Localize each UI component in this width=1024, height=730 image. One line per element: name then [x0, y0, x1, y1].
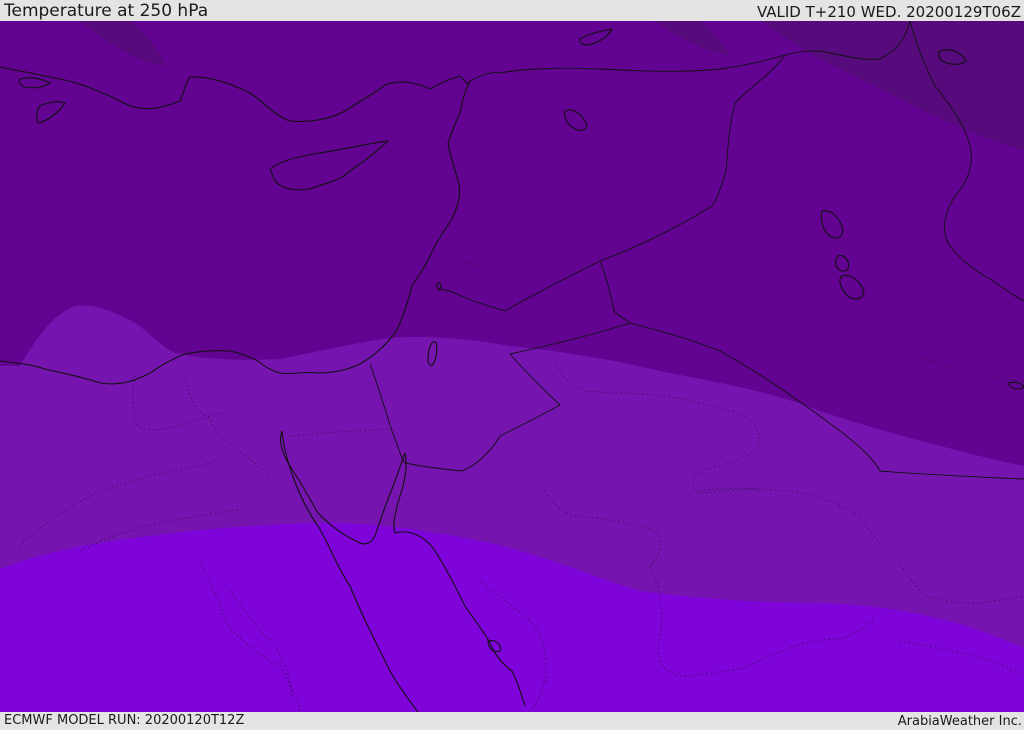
valid-time: VALID T+210 WED. 20200129T06Z: [756, 3, 1021, 21]
map-header: Temperature at 250 hPa VALID T+210 WED. …: [0, 0, 1024, 21]
credit-label: ArabiaWeather Inc.: [897, 714, 1022, 729]
map-footer: ECMWF MODEL RUN: 20200120T12Z ArabiaWeat…: [0, 712, 1024, 729]
model-run-label: ECMWF MODEL RUN: 20200120T12Z: [4, 713, 245, 728]
map-area: [0, 21, 1024, 712]
map-title: Temperature at 250 hPa: [4, 1, 209, 21]
